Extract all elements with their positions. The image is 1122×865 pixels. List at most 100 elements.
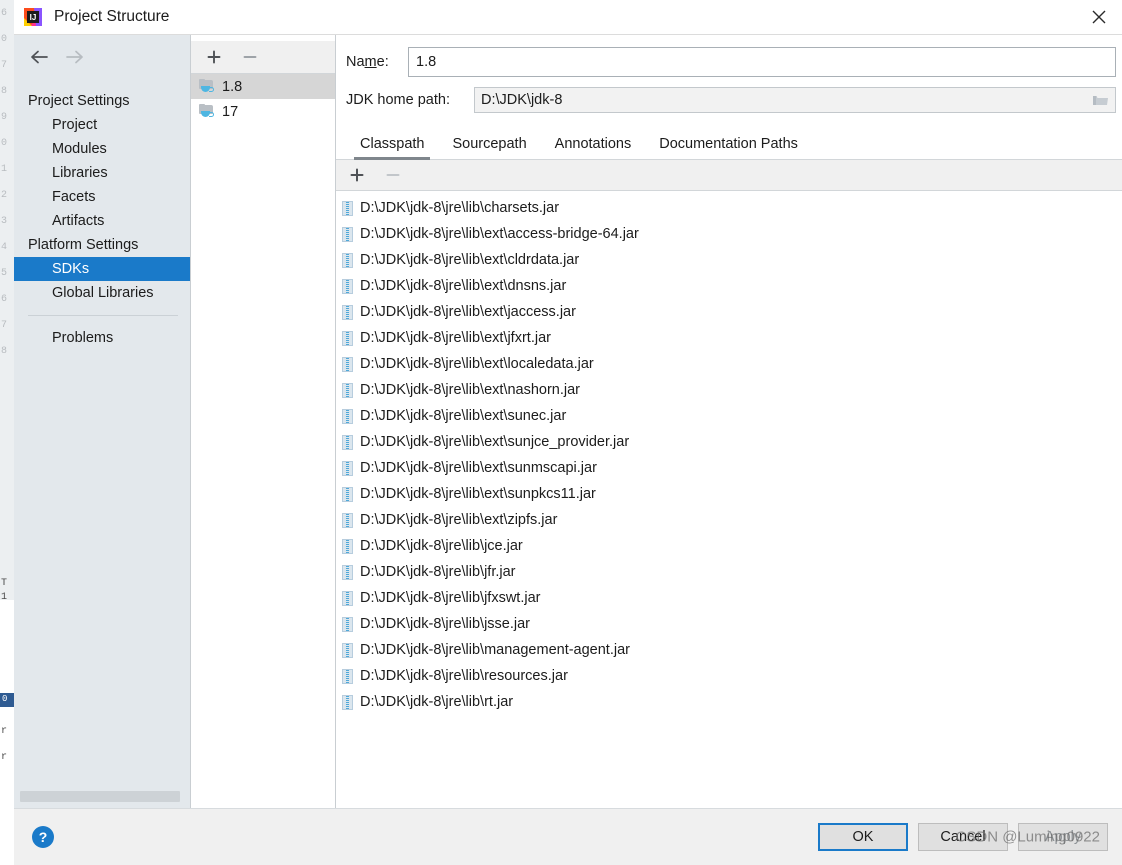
jar-icon	[342, 616, 353, 632]
dialog-body: Project Settings Project Modules Librari…	[14, 35, 1122, 808]
classpath-entry-row[interactable]: D:\JDK\jdk-8\jre\lib\ext\localedata.jar	[336, 351, 1122, 377]
classpath-entry-row[interactable]: D:\JDK\jdk-8\jre\lib\ext\jaccess.jar	[336, 299, 1122, 325]
jar-icon	[342, 512, 353, 528]
jar-icon	[342, 356, 353, 372]
dialog-title: Project Structure	[54, 8, 170, 25]
name-field-row: Name:	[336, 45, 1122, 79]
classpath-entry-row[interactable]: D:\JDK\jdk-8\jre\lib\ext\nashorn.jar	[336, 377, 1122, 403]
classpath-entry-path: D:\JDK\jdk-8\jre\lib\management-agent.ja…	[360, 642, 630, 658]
sidebar-item-modules[interactable]: Modules	[14, 137, 190, 161]
sdk-list-item-1-8[interactable]: 1.8	[191, 74, 335, 99]
background-ide-strip: 60789012345678T10rr	[0, 0, 15, 865]
classpath-entry-row[interactable]: D:\JDK\jdk-8\jre\lib\jsse.jar	[336, 611, 1122, 637]
tab-sourcepath[interactable]: Sourcepath	[438, 136, 540, 159]
classpath-toolbar	[336, 160, 1122, 191]
classpath-entry-row[interactable]: D:\JDK\jdk-8\jre\lib\ext\sunmscapi.jar	[336, 455, 1122, 481]
sidebar-item-sdks[interactable]: SDKs	[14, 257, 190, 281]
classpath-entry-row[interactable]: D:\JDK\jdk-8\jre\lib\ext\zipfs.jar	[336, 507, 1122, 533]
jdk-folder-icon	[199, 79, 216, 94]
sidebar-item-problems[interactable]: Problems	[14, 326, 190, 350]
jar-icon	[342, 200, 353, 216]
classpath-entry-row[interactable]: D:\JDK\jdk-8\jre\lib\ext\cldrdata.jar	[336, 247, 1122, 273]
classpath-entry-path: D:\JDK\jdk-8\jre\lib\ext\nashorn.jar	[360, 382, 580, 398]
svg-text:IJ: IJ	[30, 13, 37, 22]
jar-icon	[342, 304, 353, 320]
classpath-entry-path: D:\JDK\jdk-8\jre\lib\ext\sunjce_provider…	[360, 434, 630, 450]
classpath-entry-row[interactable]: D:\JDK\jdk-8\jre\lib\ext\jfxrt.jar	[336, 325, 1122, 351]
jar-icon	[342, 408, 353, 424]
classpath-list[interactable]: D:\JDK\jdk-8\jre\lib\charsets.jar D:\JDK\…	[336, 191, 1122, 808]
classpath-entry-row[interactable]: D:\JDK\jdk-8\jre\lib\jce.jar	[336, 533, 1122, 559]
sidebar-navigation	[14, 41, 190, 73]
classpath-entry-path: D:\JDK\jdk-8\jre\lib\ext\jfxrt.jar	[360, 330, 551, 346]
jdk-home-path-label: JDK home path:	[346, 92, 450, 108]
sidebar-item-project[interactable]: Project	[14, 113, 190, 137]
settings-sidebar: Project Settings Project Modules Librari…	[14, 35, 191, 808]
folder-open-icon[interactable]	[1087, 89, 1113, 111]
sdk-detail-panel: Name: JDK home path: D:\JDK\jdk-8 Class	[336, 35, 1122, 808]
classpath-entry-path: D:\JDK\jdk-8\jre\lib\jsse.jar	[360, 616, 531, 632]
classpath-entry-path: D:\JDK\jdk-8\jre\lib\jfr.jar	[360, 564, 516, 580]
cancel-button[interactable]: Cancel	[918, 823, 1008, 851]
close-icon[interactable]	[1076, 0, 1122, 34]
classpath-entry-path: D:\JDK\jdk-8\jre\lib\ext\access-bridge-6…	[360, 226, 639, 242]
classpath-entry-row[interactable]: D:\JDK\jdk-8\jre\lib\ext\sunjce_provider…	[336, 429, 1122, 455]
sdk-list-item-label: 17	[222, 103, 239, 120]
footer-button-group: OK Cancel Apply	[818, 823, 1108, 851]
sdk-list-panel: 1.8 17	[191, 35, 336, 808]
detail-tabs: Classpath Sourcepath Annotations Documen…	[336, 127, 1122, 160]
classpath-entry-row[interactable]: D:\JDK\jdk-8\jre\lib\rt.jar	[336, 689, 1122, 715]
sidebar-item-facets[interactable]: Facets	[14, 185, 190, 209]
jdk-home-path-row: JDK home path: D:\JDK\jdk-8	[336, 85, 1122, 115]
arrow-left-icon[interactable]	[28, 47, 50, 67]
jar-icon	[342, 486, 353, 502]
ok-button[interactable]: OK	[818, 823, 908, 851]
jar-icon	[342, 590, 353, 606]
classpath-entry-path: D:\JDK\jdk-8\jre\lib\ext\sunec.jar	[360, 408, 567, 424]
classpath-entry-path: D:\JDK\jdk-8\jre\lib\ext\jaccess.jar	[360, 304, 576, 320]
jar-icon	[342, 330, 353, 346]
classpath-entry-path: D:\JDK\jdk-8\jre\lib\ext\dnsns.jar	[360, 278, 567, 294]
classpath-entry-row[interactable]: D:\JDK\jdk-8\jre\lib\ext\access-bridge-6…	[336, 221, 1122, 247]
classpath-entry-row[interactable]: D:\JDK\jdk-8\jre\lib\management-agent.ja…	[336, 637, 1122, 663]
name-label: Name:	[346, 54, 389, 70]
plus-icon[interactable]	[205, 48, 223, 66]
jdk-folder-icon	[199, 104, 216, 119]
arrow-right-icon[interactable]	[64, 47, 86, 67]
jar-icon	[342, 460, 353, 476]
classpath-entry-row[interactable]: D:\JDK\jdk-8\jre\lib\jfxswt.jar	[336, 585, 1122, 611]
sidebar-horizontal-scrollbar[interactable]	[20, 791, 180, 802]
sidebar-item-artifacts[interactable]: Artifacts	[14, 209, 190, 233]
help-icon[interactable]: ?	[32, 826, 54, 848]
classpath-entry-row[interactable]: D:\JDK\jdk-8\jre\lib\ext\sunpkcs11.jar	[336, 481, 1122, 507]
jar-icon	[342, 434, 353, 450]
classpath-entry-path: D:\JDK\jdk-8\jre\lib\charsets.jar	[360, 200, 560, 216]
jar-icon	[342, 278, 353, 294]
sidebar-group-project-settings: Project Settings	[28, 93, 130, 109]
project-structure-dialog: IJ Project Structure Project Settings Pr…	[14, 0, 1122, 865]
classpath-entry-row[interactable]: D:\JDK\jdk-8\jre\lib\charsets.jar	[336, 195, 1122, 221]
tab-classpath[interactable]: Classpath	[346, 136, 438, 160]
minus-icon[interactable]	[241, 48, 259, 66]
sidebar-item-global-libraries[interactable]: Global Libraries	[14, 281, 190, 305]
sidebar-item-libraries[interactable]: Libraries	[14, 161, 190, 185]
classpath-entry-row[interactable]: D:\JDK\jdk-8\jre\lib\resources.jar	[336, 663, 1122, 689]
jdk-home-path-field[interactable]: D:\JDK\jdk-8	[474, 87, 1116, 113]
tab-annotations[interactable]: Annotations	[541, 136, 646, 159]
name-input[interactable]	[408, 47, 1116, 77]
classpath-entry-path: D:\JDK\jdk-8\jre\lib\ext\sunmscapi.jar	[360, 460, 597, 476]
classpath-entry-row[interactable]: D:\JDK\jdk-8\jre\lib\ext\sunec.jar	[336, 403, 1122, 429]
tab-documentation-paths[interactable]: Documentation Paths	[645, 136, 812, 159]
classpath-entry-row[interactable]: D:\JDK\jdk-8\jre\lib\jfr.jar	[336, 559, 1122, 585]
jar-icon	[342, 642, 353, 658]
plus-icon[interactable]	[348, 166, 366, 184]
classpath-entry-path: D:\JDK\jdk-8\jre\lib\ext\localedata.jar	[360, 356, 594, 372]
apply-button[interactable]: Apply	[1018, 823, 1108, 851]
jar-icon	[342, 564, 353, 580]
jar-icon	[342, 382, 353, 398]
classpath-entry-row[interactable]: D:\JDK\jdk-8\jre\lib\ext\dnsns.jar	[336, 273, 1122, 299]
minus-icon[interactable]	[384, 166, 402, 184]
sdk-list-item-17[interactable]: 17	[191, 99, 335, 124]
sidebar-divider	[28, 315, 178, 316]
classpath-entry-path: D:\JDK\jdk-8\jre\lib\jce.jar	[360, 538, 523, 554]
